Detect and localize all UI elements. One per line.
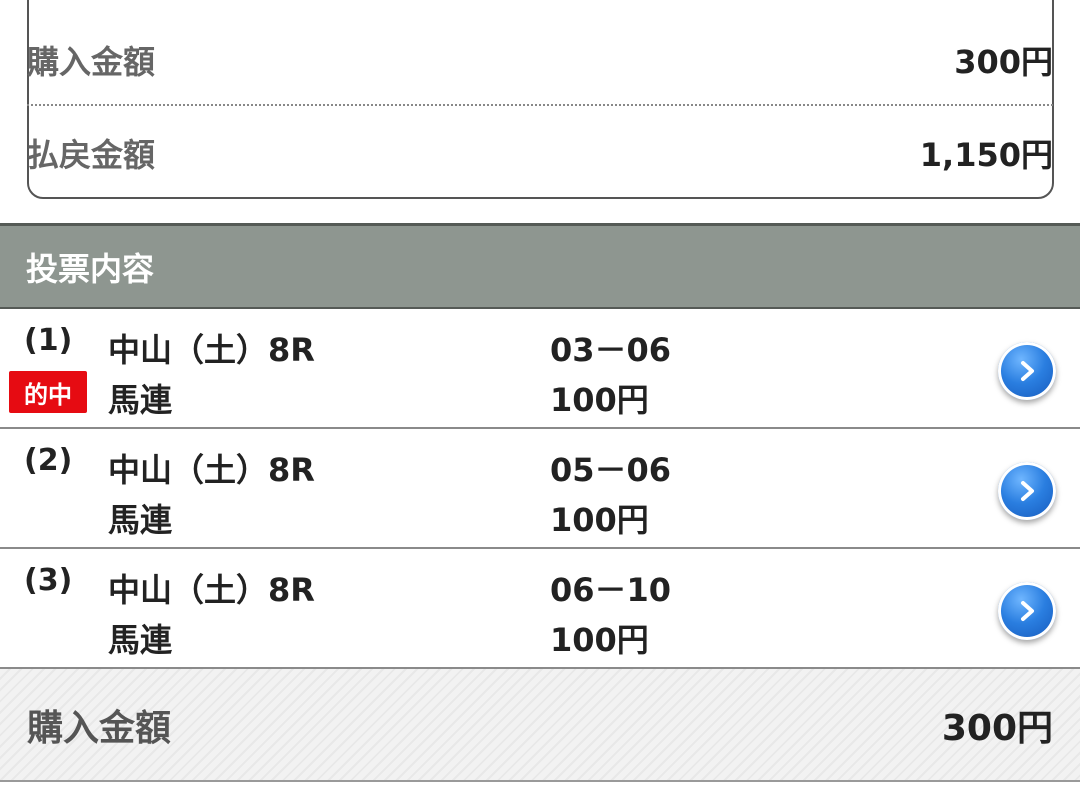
summary-divider bbox=[27, 104, 1053, 106]
ticket-amount: 100円 bbox=[550, 501, 649, 539]
ticket-combination: 06－10 bbox=[550, 571, 672, 609]
chevron-right-icon bbox=[1021, 481, 1034, 501]
chevron-right-icon bbox=[1021, 361, 1034, 381]
ticket-race: 中山（土）8R bbox=[108, 331, 315, 369]
summary-payout-value: 1,150円 bbox=[919, 136, 1053, 174]
summary-purchase-row: 購入金額 300円 bbox=[27, 30, 1053, 90]
summary-payout-row: 払戻金額 1,150円 bbox=[27, 123, 1053, 183]
ticket-detail-button[interactable] bbox=[998, 462, 1056, 520]
ticket-amount: 100円 bbox=[550, 381, 649, 419]
summary-purchase-label: 購入金額 bbox=[27, 43, 156, 81]
footer-purchase-value: 300円 bbox=[941, 707, 1053, 749]
chevron-right-icon bbox=[1021, 601, 1034, 621]
ticket-bet-type: 馬連 bbox=[108, 381, 173, 419]
ticket-number: (1) bbox=[24, 323, 73, 358]
ticket-amount: 100円 bbox=[550, 621, 649, 659]
ticket-combination: 03－06 bbox=[550, 331, 672, 369]
footer-total: 購入金額 300円 bbox=[0, 669, 1080, 782]
ticket-row[interactable]: (2) 中山（土）8R 馬連 05－06 100円 bbox=[0, 429, 1080, 549]
ticket-number: (3) bbox=[24, 563, 73, 598]
ticket-combination: 05－06 bbox=[550, 451, 672, 489]
ticket-number: (2) bbox=[24, 443, 73, 478]
hit-badge: 的中 bbox=[9, 371, 87, 413]
section-title: 投票内容 bbox=[26, 249, 155, 288]
summary-payout-label: 払戻金額 bbox=[27, 136, 156, 174]
section-header: 投票内容 bbox=[0, 223, 1080, 309]
ticket-race: 中山（土）8R bbox=[108, 451, 315, 489]
ticket-race: 中山（土）8R bbox=[108, 571, 315, 609]
ticket-bet-type: 馬連 bbox=[108, 501, 173, 539]
ticket-row[interactable]: (3) 中山（土）8R 馬連 06－10 100円 bbox=[0, 549, 1080, 669]
ticket-list: (1) 的中 中山（土）8R 馬連 03－06 100円 (2) 中山（土）8R… bbox=[0, 309, 1080, 669]
footer-purchase-label: 購入金額 bbox=[27, 707, 172, 749]
summary-purchase-value: 300円 bbox=[954, 43, 1053, 81]
ticket-detail-button[interactable] bbox=[998, 342, 1056, 400]
ticket-row[interactable]: (1) 的中 中山（土）8R 馬連 03－06 100円 bbox=[0, 309, 1080, 429]
ticket-detail-button[interactable] bbox=[998, 582, 1056, 640]
ticket-bet-type: 馬連 bbox=[108, 621, 173, 659]
